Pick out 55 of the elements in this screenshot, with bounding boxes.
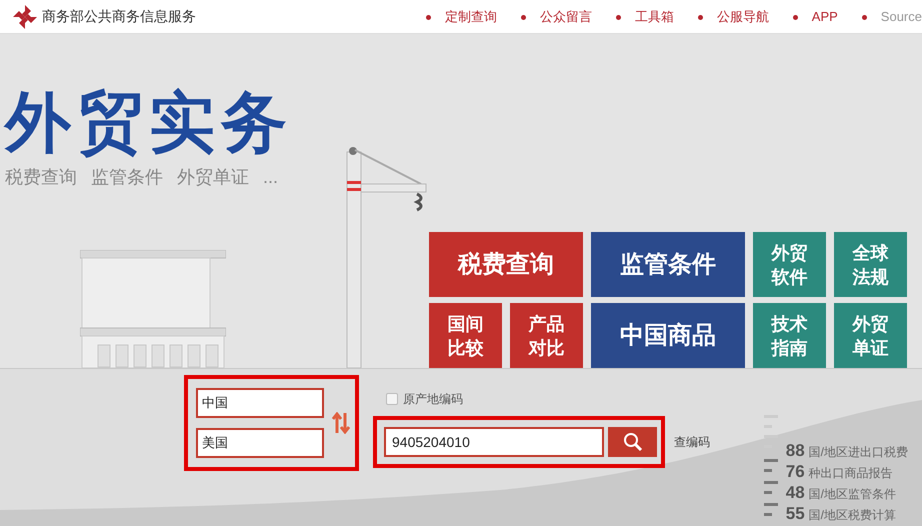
- tile-label: 单证: [852, 336, 888, 360]
- tile-label: 法规: [852, 266, 888, 288]
- tile-label: 比较: [448, 336, 484, 360]
- container-tile[interactable]: 产品 对比: [510, 303, 583, 368]
- tile-label: 软件: [772, 266, 808, 288]
- bullet-icon: [426, 14, 431, 20]
- page-title: 外贸实务: [5, 84, 294, 161]
- stat-label: 国/地区税费计算: [808, 507, 896, 524]
- tile-label: 监管条件: [620, 250, 716, 280]
- container-tile[interactable]: 外贸 单证: [834, 303, 907, 368]
- bullet-icon: [862, 14, 867, 20]
- tile-label: 全球: [852, 242, 888, 264]
- bullet-icon: [520, 14, 526, 20]
- tile-label: 外贸: [852, 312, 888, 336]
- logo-icon: [12, 4, 38, 30]
- search-icon: [622, 432, 642, 452]
- checkbox-label: 原产地编码: [403, 391, 463, 408]
- stat-number: 48: [786, 483, 805, 503]
- container-tile[interactable]: 中国商品: [591, 303, 745, 368]
- origin-code-checkbox[interactable]: [386, 393, 398, 405]
- destination-field[interactable]: 美国: [196, 428, 324, 458]
- stat-number: 55: [786, 504, 805, 524]
- tile-label: 外贸: [772, 242, 808, 264]
- swap-icon[interactable]: [332, 412, 350, 434]
- tile-label: 国间: [448, 312, 484, 336]
- nav-link[interactable]: 工具箱: [616, 6, 674, 26]
- stat-number: 76: [786, 462, 805, 482]
- tile-label: 技术: [772, 312, 808, 336]
- code-field[interactable]: 9405204010: [384, 427, 604, 457]
- tile-label: 中国商品: [620, 320, 716, 350]
- container-tile[interactable]: 外贸 软件: [753, 232, 826, 297]
- stat-label: 国/地区监管条件: [808, 486, 896, 503]
- site-name[interactable]: 商务部公共商务信息服务: [42, 6, 196, 27]
- search-button[interactable]: [608, 427, 657, 457]
- bullet-icon: [792, 14, 798, 20]
- bullet-icon: [616, 14, 621, 20]
- stat-label: 种出口商品报告: [808, 465, 893, 482]
- nav-link[interactable]: APP: [792, 6, 838, 26]
- lookup-code-link[interactable]: 查编码: [674, 433, 710, 451]
- container-tile[interactable]: 监管条件: [591, 232, 745, 297]
- stat-label: 国/地区进出口税费: [808, 444, 908, 461]
- container-tile[interactable]: 税费查询: [429, 232, 583, 297]
- container-tile[interactable]: 技术 指南: [753, 303, 826, 368]
- nav-link[interactable]: 公众留言: [520, 6, 592, 26]
- container-tile[interactable]: 全球 法规: [834, 232, 907, 297]
- container-tile[interactable]: 国间 比较: [429, 303, 502, 368]
- nav-link[interactable]: 定制查询: [426, 6, 497, 26]
- nav-link[interactable]: 公服导航: [698, 6, 769, 26]
- tile-label: 税费查询: [458, 250, 554, 280]
- stat-number: 88: [786, 441, 805, 461]
- tile-label: 产品: [528, 312, 564, 336]
- bullet-icon: [698, 14, 703, 20]
- tile-label: 指南: [772, 336, 808, 360]
- tile-label: 对比: [528, 336, 564, 360]
- origin-field[interactable]: 中国: [196, 388, 324, 418]
